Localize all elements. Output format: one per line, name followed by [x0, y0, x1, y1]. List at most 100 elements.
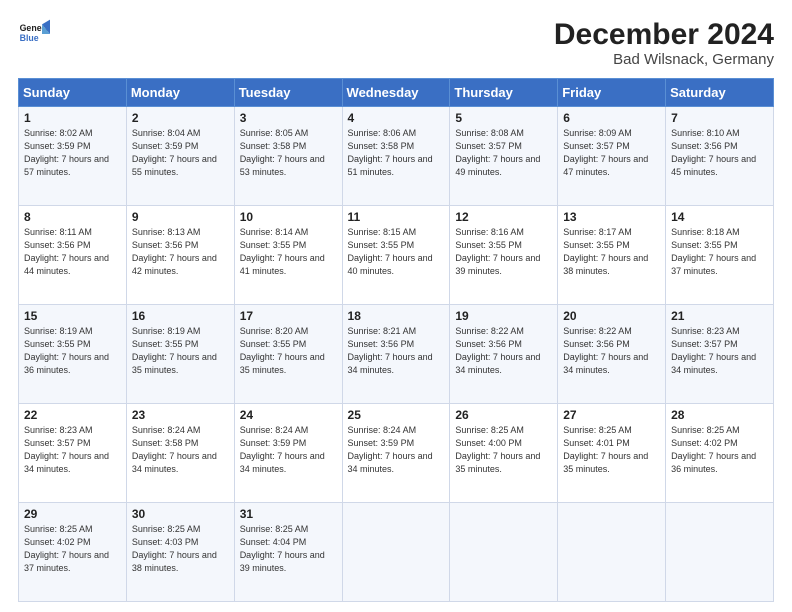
- day-cell: [558, 503, 666, 602]
- week-row-3: 15 Sunrise: 8:19 AMSunset: 3:55 PMDaylig…: [19, 305, 774, 404]
- day-number: 30: [132, 507, 229, 521]
- cell-info: Sunrise: 8:15 AMSunset: 3:55 PMDaylight:…: [348, 227, 433, 276]
- cell-info: Sunrise: 8:17 AMSunset: 3:55 PMDaylight:…: [563, 227, 648, 276]
- logo: General Blue: [18, 18, 50, 50]
- cell-info: Sunrise: 8:13 AMSunset: 3:56 PMDaylight:…: [132, 227, 217, 276]
- cell-info: Sunrise: 8:20 AMSunset: 3:55 PMDaylight:…: [240, 326, 325, 375]
- day-number: 25: [348, 408, 445, 422]
- header: General Blue December 2024 Bad Wilsnack,…: [18, 18, 774, 68]
- day-number: 17: [240, 309, 337, 323]
- calendar-header-row: SundayMondayTuesdayWednesdayThursdayFrid…: [19, 79, 774, 107]
- col-header-saturday: Saturday: [666, 79, 774, 107]
- cell-info: Sunrise: 8:16 AMSunset: 3:55 PMDaylight:…: [455, 227, 540, 276]
- day-number: 20: [563, 309, 660, 323]
- week-row-2: 8 Sunrise: 8:11 AMSunset: 3:56 PMDayligh…: [19, 206, 774, 305]
- day-cell: [666, 503, 774, 602]
- day-cell: 13 Sunrise: 8:17 AMSunset: 3:55 PMDaylig…: [558, 206, 666, 305]
- day-cell: 12 Sunrise: 8:16 AMSunset: 3:55 PMDaylig…: [450, 206, 558, 305]
- day-number: 28: [671, 408, 768, 422]
- cell-info: Sunrise: 8:11 AMSunset: 3:56 PMDaylight:…: [24, 227, 109, 276]
- day-cell: 14 Sunrise: 8:18 AMSunset: 3:55 PMDaylig…: [666, 206, 774, 305]
- day-cell: 21 Sunrise: 8:23 AMSunset: 3:57 PMDaylig…: [666, 305, 774, 404]
- week-row-4: 22 Sunrise: 8:23 AMSunset: 3:57 PMDaylig…: [19, 404, 774, 503]
- cell-info: Sunrise: 8:09 AMSunset: 3:57 PMDaylight:…: [563, 128, 648, 177]
- cell-info: Sunrise: 8:25 AMSunset: 4:00 PMDaylight:…: [455, 425, 540, 474]
- cell-info: Sunrise: 8:02 AMSunset: 3:59 PMDaylight:…: [24, 128, 109, 177]
- day-cell: 20 Sunrise: 8:22 AMSunset: 3:56 PMDaylig…: [558, 305, 666, 404]
- title-block: December 2024 Bad Wilsnack, Germany: [554, 18, 774, 68]
- cell-info: Sunrise: 8:22 AMSunset: 3:56 PMDaylight:…: [563, 326, 648, 375]
- day-cell: 19 Sunrise: 8:22 AMSunset: 3:56 PMDaylig…: [450, 305, 558, 404]
- day-cell: 23 Sunrise: 8:24 AMSunset: 3:58 PMDaylig…: [126, 404, 234, 503]
- cell-info: Sunrise: 8:21 AMSunset: 3:56 PMDaylight:…: [348, 326, 433, 375]
- day-number: 1: [24, 111, 121, 125]
- svg-text:Blue: Blue: [20, 33, 39, 43]
- cell-info: Sunrise: 8:24 AMSunset: 3:59 PMDaylight:…: [348, 425, 433, 474]
- day-number: 14: [671, 210, 768, 224]
- cell-info: Sunrise: 8:23 AMSunset: 3:57 PMDaylight:…: [671, 326, 756, 375]
- day-number: 6: [563, 111, 660, 125]
- day-cell: 24 Sunrise: 8:24 AMSunset: 3:59 PMDaylig…: [234, 404, 342, 503]
- day-number: 4: [348, 111, 445, 125]
- calendar-table: SundayMondayTuesdayWednesdayThursdayFrid…: [18, 78, 774, 602]
- day-cell: 5 Sunrise: 8:08 AMSunset: 3:57 PMDayligh…: [450, 107, 558, 206]
- day-cell: [450, 503, 558, 602]
- col-header-friday: Friday: [558, 79, 666, 107]
- cell-info: Sunrise: 8:08 AMSunset: 3:57 PMDaylight:…: [455, 128, 540, 177]
- cell-info: Sunrise: 8:18 AMSunset: 3:55 PMDaylight:…: [671, 227, 756, 276]
- day-cell: 1 Sunrise: 8:02 AMSunset: 3:59 PMDayligh…: [19, 107, 127, 206]
- cell-info: Sunrise: 8:22 AMSunset: 3:56 PMDaylight:…: [455, 326, 540, 375]
- day-number: 10: [240, 210, 337, 224]
- day-number: 27: [563, 408, 660, 422]
- day-cell: 26 Sunrise: 8:25 AMSunset: 4:00 PMDaylig…: [450, 404, 558, 503]
- day-number: 26: [455, 408, 552, 422]
- day-cell: [342, 503, 450, 602]
- day-cell: 16 Sunrise: 8:19 AMSunset: 3:55 PMDaylig…: [126, 305, 234, 404]
- day-cell: 4 Sunrise: 8:06 AMSunset: 3:58 PMDayligh…: [342, 107, 450, 206]
- day-number: 5: [455, 111, 552, 125]
- cell-info: Sunrise: 8:19 AMSunset: 3:55 PMDaylight:…: [132, 326, 217, 375]
- cell-info: Sunrise: 8:06 AMSunset: 3:58 PMDaylight:…: [348, 128, 433, 177]
- day-cell: 28 Sunrise: 8:25 AMSunset: 4:02 PMDaylig…: [666, 404, 774, 503]
- page: General Blue December 2024 Bad Wilsnack,…: [0, 0, 792, 612]
- day-cell: 9 Sunrise: 8:13 AMSunset: 3:56 PMDayligh…: [126, 206, 234, 305]
- day-cell: 2 Sunrise: 8:04 AMSunset: 3:59 PMDayligh…: [126, 107, 234, 206]
- logo-icon: General Blue: [18, 18, 50, 50]
- main-title: December 2024: [554, 18, 774, 51]
- col-header-thursday: Thursday: [450, 79, 558, 107]
- day-number: 21: [671, 309, 768, 323]
- cell-info: Sunrise: 8:25 AMSunset: 4:04 PMDaylight:…: [240, 524, 325, 573]
- day-number: 16: [132, 309, 229, 323]
- cell-info: Sunrise: 8:25 AMSunset: 4:03 PMDaylight:…: [132, 524, 217, 573]
- day-number: 12: [455, 210, 552, 224]
- subtitle: Bad Wilsnack, Germany: [554, 51, 774, 68]
- cell-info: Sunrise: 8:10 AMSunset: 3:56 PMDaylight:…: [671, 128, 756, 177]
- day-number: 22: [24, 408, 121, 422]
- day-number: 18: [348, 309, 445, 323]
- day-cell: 31 Sunrise: 8:25 AMSunset: 4:04 PMDaylig…: [234, 503, 342, 602]
- cell-info: Sunrise: 8:23 AMSunset: 3:57 PMDaylight:…: [24, 425, 109, 474]
- cell-info: Sunrise: 8:14 AMSunset: 3:55 PMDaylight:…: [240, 227, 325, 276]
- col-header-wednesday: Wednesday: [342, 79, 450, 107]
- day-number: 31: [240, 507, 337, 521]
- day-number: 3: [240, 111, 337, 125]
- day-number: 24: [240, 408, 337, 422]
- day-number: 19: [455, 309, 552, 323]
- cell-info: Sunrise: 8:25 AMSunset: 4:02 PMDaylight:…: [671, 425, 756, 474]
- day-cell: 29 Sunrise: 8:25 AMSunset: 4:02 PMDaylig…: [19, 503, 127, 602]
- day-cell: 6 Sunrise: 8:09 AMSunset: 3:57 PMDayligh…: [558, 107, 666, 206]
- day-cell: 10 Sunrise: 8:14 AMSunset: 3:55 PMDaylig…: [234, 206, 342, 305]
- week-row-1: 1 Sunrise: 8:02 AMSunset: 3:59 PMDayligh…: [19, 107, 774, 206]
- cell-info: Sunrise: 8:25 AMSunset: 4:02 PMDaylight:…: [24, 524, 109, 573]
- day-cell: 15 Sunrise: 8:19 AMSunset: 3:55 PMDaylig…: [19, 305, 127, 404]
- day-number: 13: [563, 210, 660, 224]
- day-number: 9: [132, 210, 229, 224]
- day-cell: 3 Sunrise: 8:05 AMSunset: 3:58 PMDayligh…: [234, 107, 342, 206]
- day-number: 11: [348, 210, 445, 224]
- day-number: 2: [132, 111, 229, 125]
- day-cell: 25 Sunrise: 8:24 AMSunset: 3:59 PMDaylig…: [342, 404, 450, 503]
- col-header-tuesday: Tuesday: [234, 79, 342, 107]
- cell-info: Sunrise: 8:04 AMSunset: 3:59 PMDaylight:…: [132, 128, 217, 177]
- day-cell: 18 Sunrise: 8:21 AMSunset: 3:56 PMDaylig…: [342, 305, 450, 404]
- day-cell: 7 Sunrise: 8:10 AMSunset: 3:56 PMDayligh…: [666, 107, 774, 206]
